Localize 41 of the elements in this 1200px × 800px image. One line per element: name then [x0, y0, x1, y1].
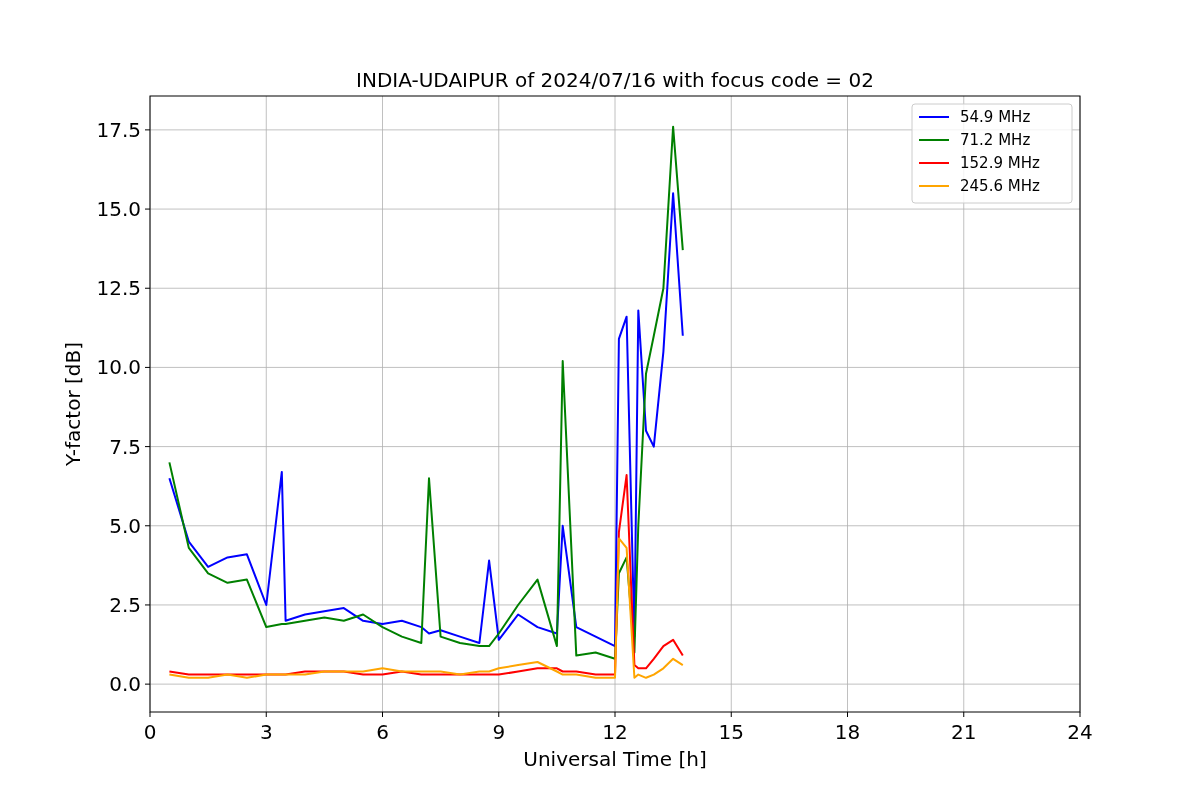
x-tick-label: 0	[143, 720, 157, 744]
x-tick-label: 24	[1067, 720, 1093, 744]
x-tick-label: 9	[492, 720, 506, 744]
y-tick-label: 2.5	[109, 592, 141, 617]
tick-mark	[149, 711, 151, 718]
y-tick-label: 5.0	[109, 513, 141, 538]
tick-mark	[144, 129, 151, 131]
legend-label: 245.6 MHz	[960, 177, 1040, 195]
legend-label: 152.9 MHz	[960, 154, 1040, 172]
tick-mark	[144, 208, 151, 210]
x-tick-label: 15	[718, 720, 744, 744]
x-tick-label: 12	[602, 720, 628, 744]
tick-mark	[498, 711, 500, 718]
tick-mark	[963, 711, 965, 718]
y-tick-label: 12.5	[96, 276, 141, 301]
y-tick-label: 7.5	[109, 434, 141, 459]
x-tick-label: 21	[951, 720, 977, 744]
tick-mark	[144, 446, 151, 448]
tick-mark	[847, 711, 848, 718]
tick-mark	[265, 711, 267, 718]
tick-mark	[144, 366, 151, 368]
tick-mark	[382, 711, 383, 718]
tick-mark	[144, 287, 151, 289]
y-tick-label: 0.0	[109, 672, 141, 697]
tick-mark	[144, 525, 151, 527]
y-tick-label: 17.5	[96, 117, 141, 142]
tick-mark	[1079, 711, 1081, 718]
y-axis-label: Y-factor [dB]	[61, 342, 85, 466]
y-tick-label: 10.0	[96, 355, 141, 380]
tick-mark	[144, 604, 151, 606]
legend-label: 71.2 MHz	[960, 131, 1031, 149]
x-tick-label: 18	[834, 720, 861, 744]
y-tick-label: 15.0	[96, 197, 141, 222]
legend-label: 54.9 MHz	[960, 108, 1031, 126]
tick-mark	[144, 683, 151, 685]
x-tick-label: 6	[376, 720, 389, 744]
x-axis-label: Universal Time [h]	[523, 747, 707, 771]
tick-mark	[730, 711, 732, 718]
x-tick-label: 3	[259, 720, 273, 744]
tick-mark	[614, 711, 616, 718]
chart-title: INDIA-UDAIPUR of 2024/07/16 with focus code = 02	[356, 68, 874, 92]
